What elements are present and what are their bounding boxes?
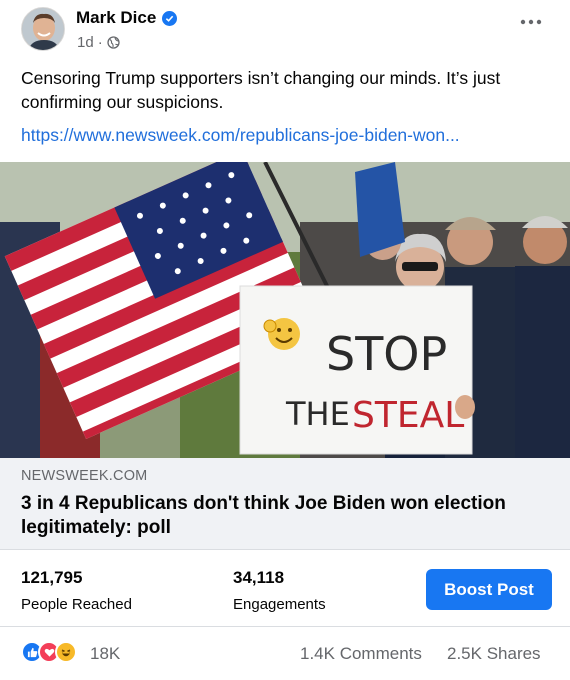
engagements-stat[interactable]: 34,118 Engagements <box>233 568 326 613</box>
facebook-post: Mark Dice 1d · Censoring Trump supporter… <box>0 0 570 680</box>
engagements-label: Engagements <box>233 596 326 613</box>
post-text: Censoring Trump supporters isn’t changin… <box>21 68 501 112</box>
comments-count[interactable]: 1.4K Comments <box>300 644 422 664</box>
sign-stop: STOP <box>326 327 447 381</box>
post-time[interactable]: 1d <box>77 34 94 51</box>
author-avatar[interactable] <box>21 7 65 51</box>
haha-icon <box>55 641 77 663</box>
post-meta: 1d · <box>77 34 120 51</box>
sign-steal: STEAL <box>352 395 464 436</box>
meta-separator: · <box>97 34 103 51</box>
author-name-text[interactable]: Mark Dice <box>76 8 156 28</box>
preview-domain: NEWSWEEK.COM <box>21 468 148 484</box>
more-options-icon[interactable] <box>516 10 546 40</box>
reactions-bar: 18K 1.4K Comments 2.5K Shares <box>0 627 570 680</box>
link-preview[interactable]: NEWSWEEK.COM 3 in 4 Republicans don't th… <box>0 458 570 550</box>
shares-count[interactable]: 2.5K Shares <box>447 644 541 664</box>
post-image[interactable]: STOP THE STEAL <box>0 162 570 458</box>
verified-badge-icon <box>162 10 178 26</box>
engagements-value: 34,118 <box>233 568 285 587</box>
sign-the: THE <box>285 395 350 433</box>
globe-icon[interactable] <box>107 36 120 49</box>
reaction-icons[interactable] <box>21 641 77 663</box>
boost-post-button[interactable]: Boost Post <box>426 569 552 610</box>
preview-headline[interactable]: 3 in 4 Republicans don't think Joe Biden… <box>21 492 541 540</box>
people-reached-value: 121,795 <box>21 568 83 587</box>
reaction-count[interactable]: 18K <box>90 644 120 664</box>
post-header: Mark Dice 1d · <box>0 0 570 62</box>
people-reached-stat[interactable]: 121,795 People Reached <box>21 568 132 613</box>
people-reached-label: People Reached <box>21 596 132 613</box>
post-insights: 121,795 People Reached 34,118 Engagement… <box>0 551 570 627</box>
author-name[interactable]: Mark Dice <box>76 8 178 28</box>
post-link[interactable]: https://www.newsweek.com/republicans-joe… <box>21 125 551 146</box>
